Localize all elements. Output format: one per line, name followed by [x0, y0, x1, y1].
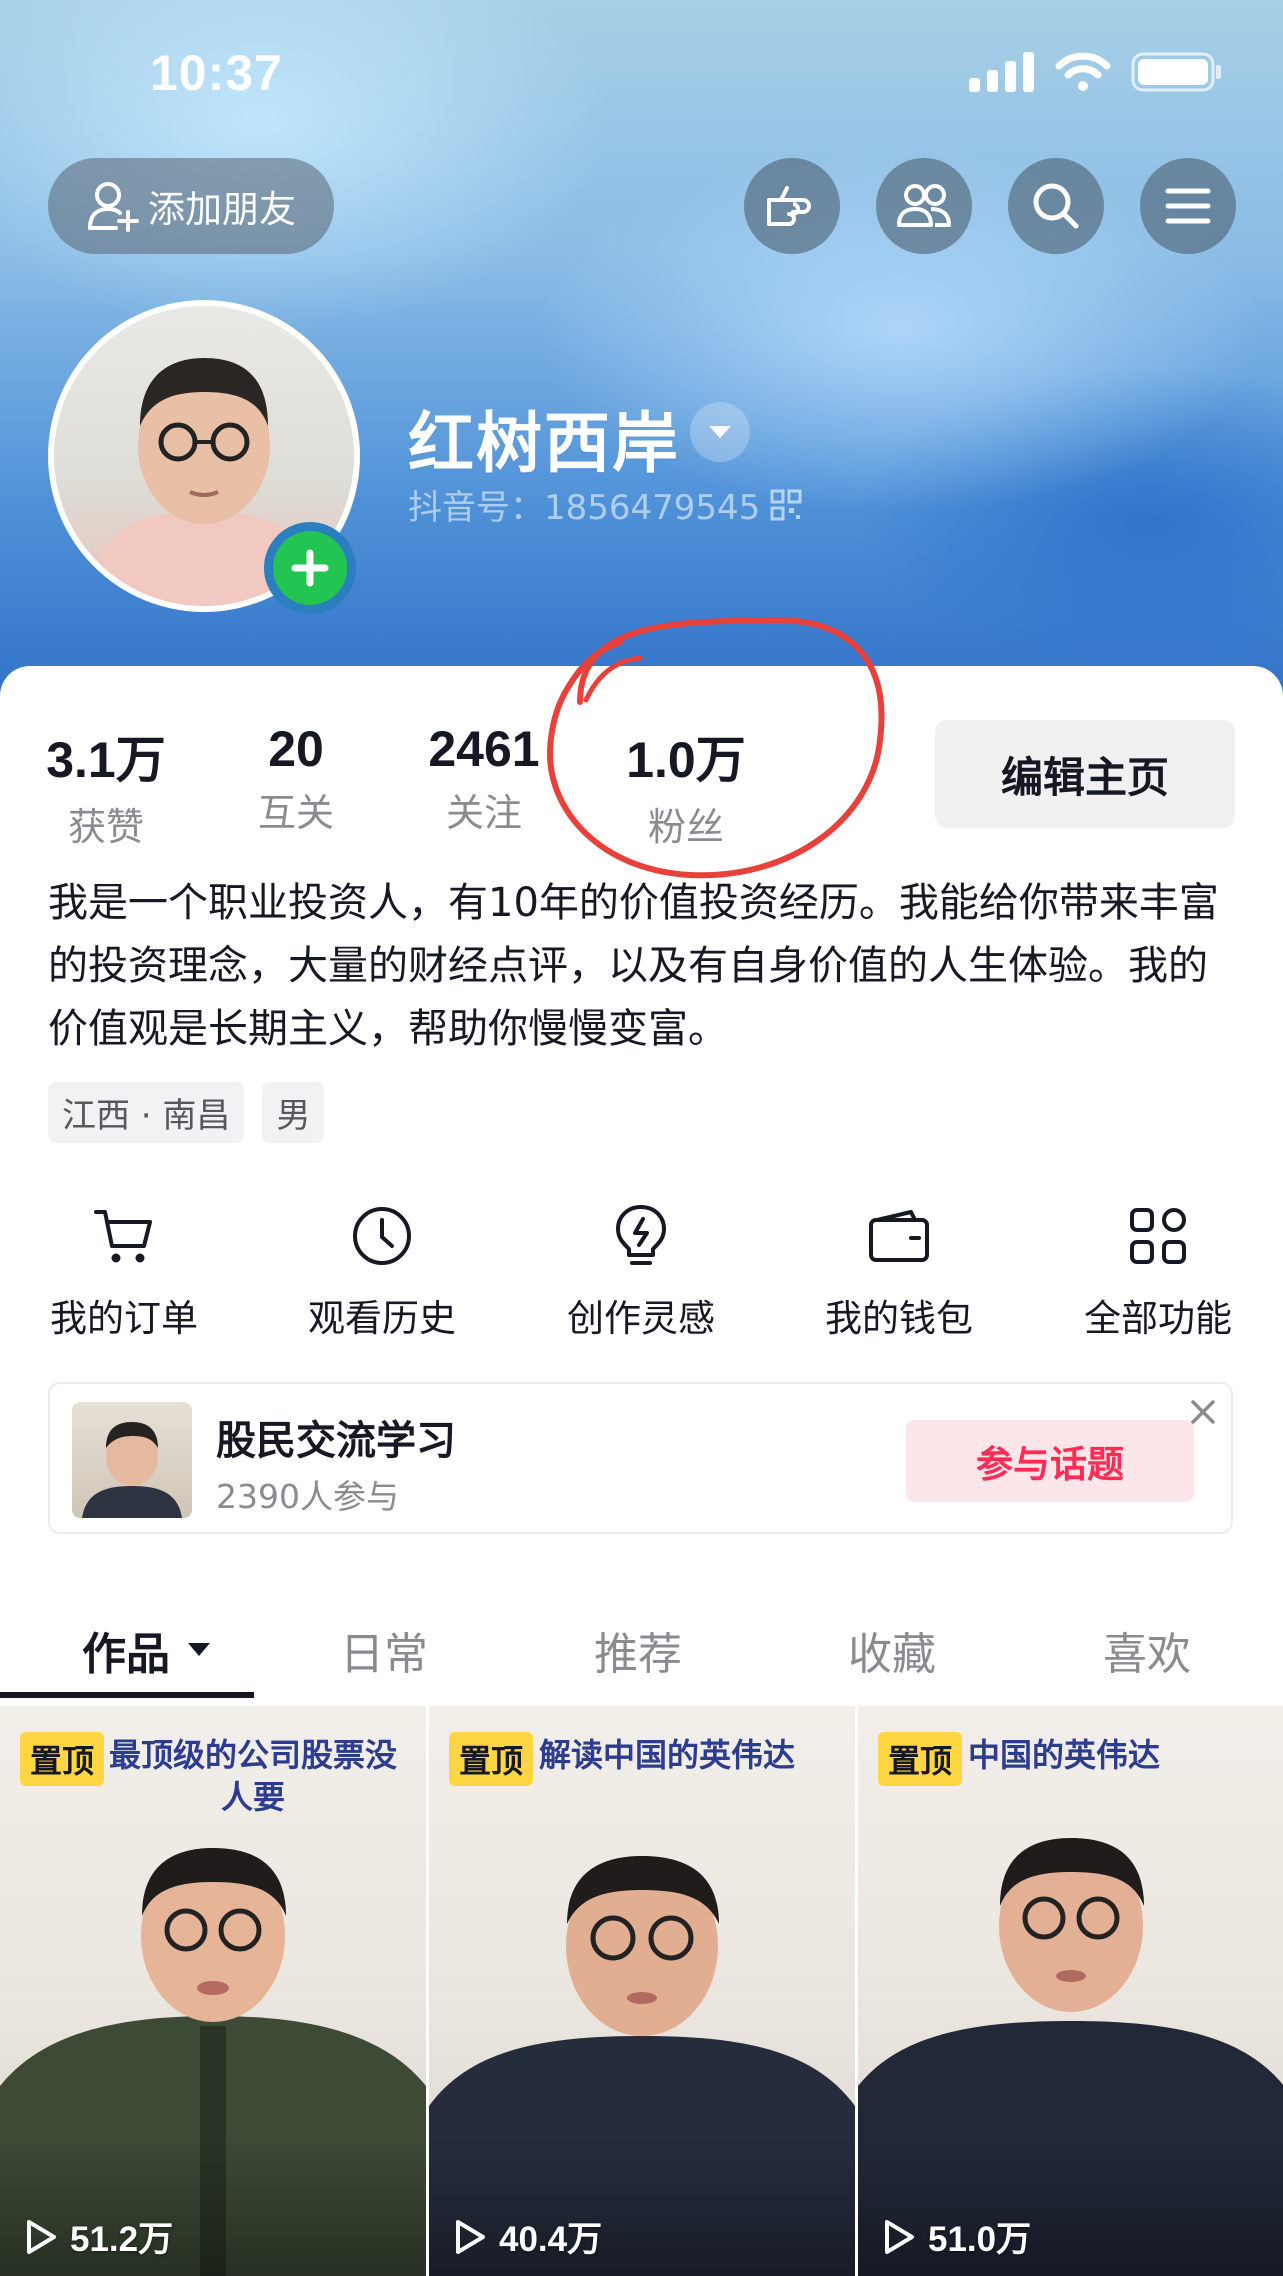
video-play-count: 40.4万 — [453, 2211, 602, 2262]
play-count-text: 51.0万 — [928, 2220, 1032, 2259]
search-button[interactable] — [1008, 158, 1104, 254]
tab-favorites[interactable]: 收藏 — [848, 1618, 936, 1682]
tab-label: 作品 — [82, 1629, 170, 1680]
stat-following[interactable]: 2461 关注 — [414, 720, 554, 837]
clock-icon — [353, 1207, 411, 1265]
caret-down-icon — [709, 426, 731, 438]
pinned-badge: 置顶 — [20, 1732, 105, 1786]
close-icon — [1191, 1400, 1215, 1424]
add-friend-button[interactable]: 添加朋友 — [48, 158, 334, 254]
add-friend-label: 添加朋友 — [148, 188, 296, 231]
gender-tag: 男 — [262, 1082, 325, 1143]
add-avatar-button[interactable] — [264, 522, 356, 614]
topic-card[interactable]: 股民交流学习 2390人参与 参与话题 — [48, 1382, 1233, 1534]
play-icon — [456, 2219, 485, 2254]
friends-button[interactable] — [876, 158, 972, 254]
pointing-hand-icon — [767, 186, 811, 226]
status-icons — [969, 52, 1223, 92]
join-topic-button[interactable]: 参与话题 — [906, 1420, 1194, 1502]
pinned-badge: 置顶 — [449, 1732, 534, 1786]
quick-action-label: 观看历史 — [308, 1297, 456, 1340]
wallet-icon — [869, 1210, 929, 1262]
quick-action-label: 全部功能 — [1084, 1297, 1232, 1340]
stat-likes-value: 3.1万 — [46, 732, 166, 788]
quick-action-wallet[interactable]: 我的钱包 — [799, 1200, 999, 1342]
pinned-badge: 置顶 — [878, 1732, 963, 1786]
video-grid: 置顶 最顶级的公司股票没人要 51.2万 置顶 解读中国的英伟达 40.4万 置… — [0, 1706, 1283, 2276]
video-tile[interactable]: 置顶 最顶级的公司股票没人要 51.2万 — [0, 1706, 426, 2276]
edit-profile-button[interactable]: 编辑主页 — [935, 720, 1235, 828]
status-bar: 10:37 — [0, 0, 1283, 150]
account-switch-button[interactable] — [690, 402, 750, 462]
active-tab-indicator — [0, 1692, 254, 1698]
quick-action-label: 我的订单 — [50, 1297, 198, 1340]
topic-thumbnail — [72, 1402, 192, 1518]
video-tile[interactable]: 置顶 解读中国的英伟达 40.4万 — [429, 1706, 855, 2276]
tab-recommended[interactable]: 推荐 — [594, 1618, 682, 1682]
play-icon — [885, 2219, 914, 2254]
wifi-icon — [1055, 52, 1111, 91]
play-icon — [27, 2219, 56, 2254]
profile-tags: 江西 · 南昌 男 — [48, 1082, 325, 1143]
lightbulb-icon — [616, 1205, 666, 1265]
quick-action-all-features[interactable]: 全部功能 — [1058, 1200, 1258, 1342]
menu-button[interactable] — [1140, 158, 1236, 254]
gesture-button[interactable] — [744, 158, 840, 254]
stat-likes-label: 获赞 — [67, 805, 144, 849]
menu-icon — [1165, 188, 1211, 224]
quick-actions: 我的订单 观看历史 创作灵感 我的钱包 全部功能 — [0, 1200, 1283, 1350]
stat-following-label: 关注 — [445, 791, 522, 835]
quick-action-orders[interactable]: 我的订单 — [24, 1200, 224, 1342]
video-play-count: 51.0万 — [882, 2211, 1031, 2262]
tab-works[interactable]: 作品 — [82, 1618, 212, 1682]
close-topic-button[interactable] — [1189, 1398, 1217, 1430]
battery-icon — [1131, 52, 1221, 92]
stat-followers[interactable]: 1.0万 粉丝 — [616, 720, 756, 851]
content-tabs: 作品 日常 推荐 收藏 喜欢 — [0, 1600, 1283, 1700]
location-tag: 江西 · 南昌 — [48, 1082, 245, 1143]
quick-action-history[interactable]: 观看历史 — [282, 1200, 482, 1342]
tab-daily[interactable]: 日常 — [340, 1618, 428, 1682]
stat-mutual[interactable]: 20 互关 — [236, 720, 356, 837]
play-count-text: 51.2万 — [70, 2220, 174, 2259]
stat-followers-label: 粉丝 — [647, 805, 724, 849]
profile-bio: 我是一个职业投资人，有10年的价值投资经历。我能给你带来丰富的投资理念，大量的财… — [48, 880, 1219, 1052]
douyin-id-text: 抖音号：1856479545 — [408, 488, 761, 528]
quick-action-label: 创作灵感 — [567, 1297, 715, 1340]
stat-mutual-value: 20 — [268, 721, 324, 777]
topic-participants: 2390人参与 — [216, 1477, 399, 1516]
search-icon — [1033, 183, 1079, 229]
signal-icon — [969, 52, 1034, 92]
friends-icon — [897, 184, 951, 227]
qr-code-icon — [770, 489, 802, 520]
stat-following-value: 2461 — [428, 721, 540, 777]
video-play-count: 51.2万 — [24, 2211, 173, 2262]
quick-action-inspiration[interactable]: 创作灵感 — [541, 1200, 741, 1342]
stat-likes[interactable]: 3.1万 获赞 — [46, 720, 166, 851]
caret-down-icon — [188, 1643, 210, 1656]
stat-followers-value: 1.0万 — [626, 732, 746, 788]
status-time: 10:37 — [150, 45, 283, 101]
plus-icon — [291, 549, 329, 587]
douyin-id[interactable]: 抖音号：1856479545 — [408, 480, 802, 529]
stat-mutual-label: 互关 — [257, 791, 334, 835]
profile-name: 红树西岸 — [408, 405, 680, 482]
video-tile[interactable]: 置顶 中国的英伟达 51.0万 — [858, 1706, 1283, 2276]
quick-action-label: 我的钱包 — [825, 1297, 973, 1340]
grid-icon — [1130, 1208, 1186, 1264]
topic-title: 股民交流学习 — [216, 1418, 456, 1464]
play-count-text: 40.4万 — [499, 2220, 603, 2259]
cart-icon — [94, 1210, 152, 1263]
add-user-icon — [88, 182, 139, 232]
tab-likes[interactable]: 喜欢 — [1103, 1618, 1191, 1682]
